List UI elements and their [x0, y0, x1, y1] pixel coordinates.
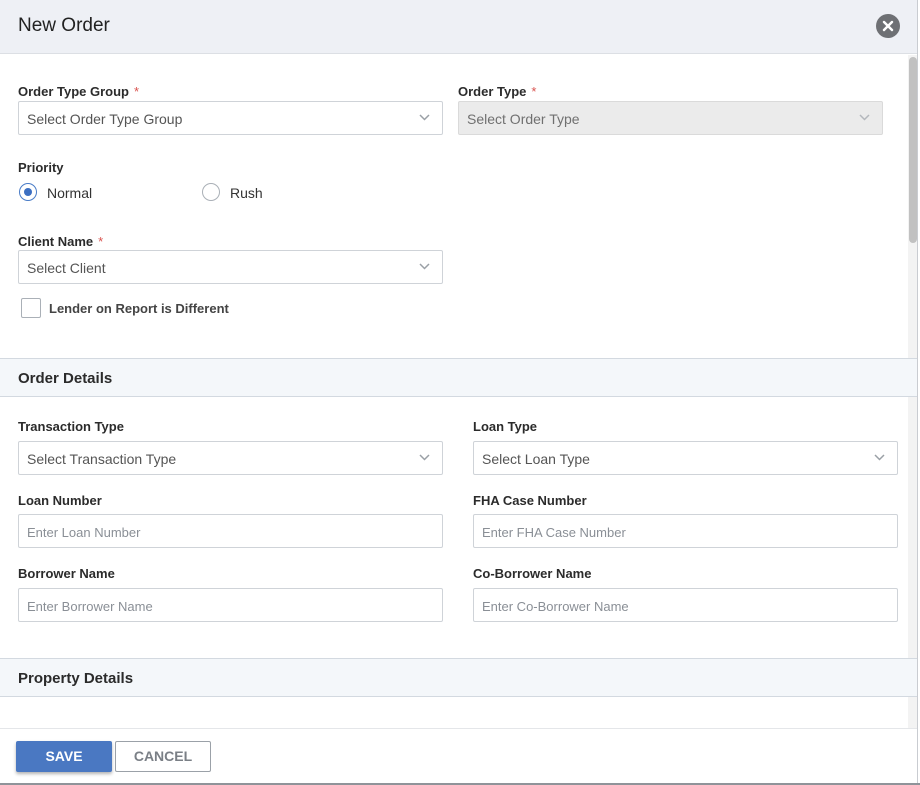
order-type-placeholder: Select Order Type: [467, 111, 580, 127]
priority-label: Priority: [18, 160, 64, 175]
loan-type-placeholder: Select Loan Type: [482, 451, 590, 467]
close-icon: [882, 20, 894, 32]
new-order-modal: New Order Order Type Group * Select Order…: [0, 0, 918, 785]
client-name-label: Client Name *: [18, 234, 103, 249]
close-button[interactable]: [876, 14, 900, 38]
fha-case-number-placeholder: Enter FHA Case Number: [482, 525, 626, 540]
property-details-section-header: Property Details: [0, 658, 917, 697]
co-borrower-name-input[interactable]: Enter Co-Borrower Name: [473, 588, 898, 622]
borrower-name-input[interactable]: Enter Borrower Name: [18, 588, 443, 622]
priority-rush-label[interactable]: Rush: [230, 185, 263, 201]
order-type-group-label: Order Type Group *: [18, 84, 139, 99]
co-borrower-name-placeholder: Enter Co-Borrower Name: [482, 599, 629, 614]
modal-title: New Order: [18, 15, 110, 36]
loan-number-placeholder: Enter Loan Number: [27, 525, 141, 540]
order-type-group-label-text: Order Type Group: [18, 84, 129, 99]
loan-number-label: Loan Number: [18, 493, 102, 508]
order-details-title: Order Details: [18, 370, 113, 387]
order-type-label: Order Type *: [458, 84, 536, 99]
chevron-down-icon: [419, 114, 430, 121]
chevron-down-icon: [419, 454, 430, 461]
chevron-down-icon: [874, 454, 885, 461]
order-details-section-header: Order Details: [0, 358, 917, 397]
lender-different-checkbox[interactable]: [21, 298, 41, 318]
transaction-type-placeholder: Select Transaction Type: [27, 451, 177, 467]
cancel-button[interactable]: CANCEL: [115, 741, 211, 772]
order-type-label-text: Order Type: [458, 84, 527, 99]
lender-different-label[interactable]: Lender on Report is Different: [49, 301, 229, 316]
client-select[interactable]: Select Client: [18, 250, 443, 284]
order-type-group-placeholder: Select Order Type Group: [27, 111, 183, 127]
modal-header: New Order: [0, 0, 917, 54]
required-marker: *: [98, 234, 104, 249]
loan-type-label: Loan Type: [473, 419, 538, 434]
modal-footer: SAVE CANCEL: [0, 728, 917, 785]
loan-number-input[interactable]: Enter Loan Number: [18, 514, 443, 548]
order-type-select: Select Order Type: [458, 101, 883, 135]
co-borrower-name-label: Co-Borrower Name: [473, 566, 592, 581]
fha-case-number-label: FHA Case Number: [473, 493, 587, 508]
order-type-group-select[interactable]: Select Order Type Group: [18, 101, 443, 135]
chevron-down-icon: [419, 263, 430, 270]
required-marker: *: [531, 84, 537, 99]
required-marker: *: [134, 84, 140, 99]
priority-normal-label[interactable]: Normal: [47, 185, 92, 201]
priority-normal-radio[interactable]: [19, 183, 37, 201]
borrower-name-label: Borrower Name: [18, 566, 115, 581]
transaction-type-select[interactable]: Select Transaction Type: [18, 441, 443, 475]
client-name-label-text: Client Name: [18, 234, 94, 249]
property-details-title: Property Details: [18, 670, 134, 687]
loan-type-select[interactable]: Select Loan Type: [473, 441, 898, 475]
fha-case-number-input[interactable]: Enter FHA Case Number: [473, 514, 898, 548]
priority-rush-radio[interactable]: [202, 183, 220, 201]
borrower-name-placeholder: Enter Borrower Name: [27, 599, 153, 614]
transaction-type-label: Transaction Type: [18, 419, 124, 434]
client-placeholder: Select Client: [27, 260, 106, 276]
save-button[interactable]: SAVE: [16, 741, 112, 772]
scrollbar-thumb[interactable]: [909, 57, 917, 243]
chevron-down-icon: [859, 114, 870, 121]
